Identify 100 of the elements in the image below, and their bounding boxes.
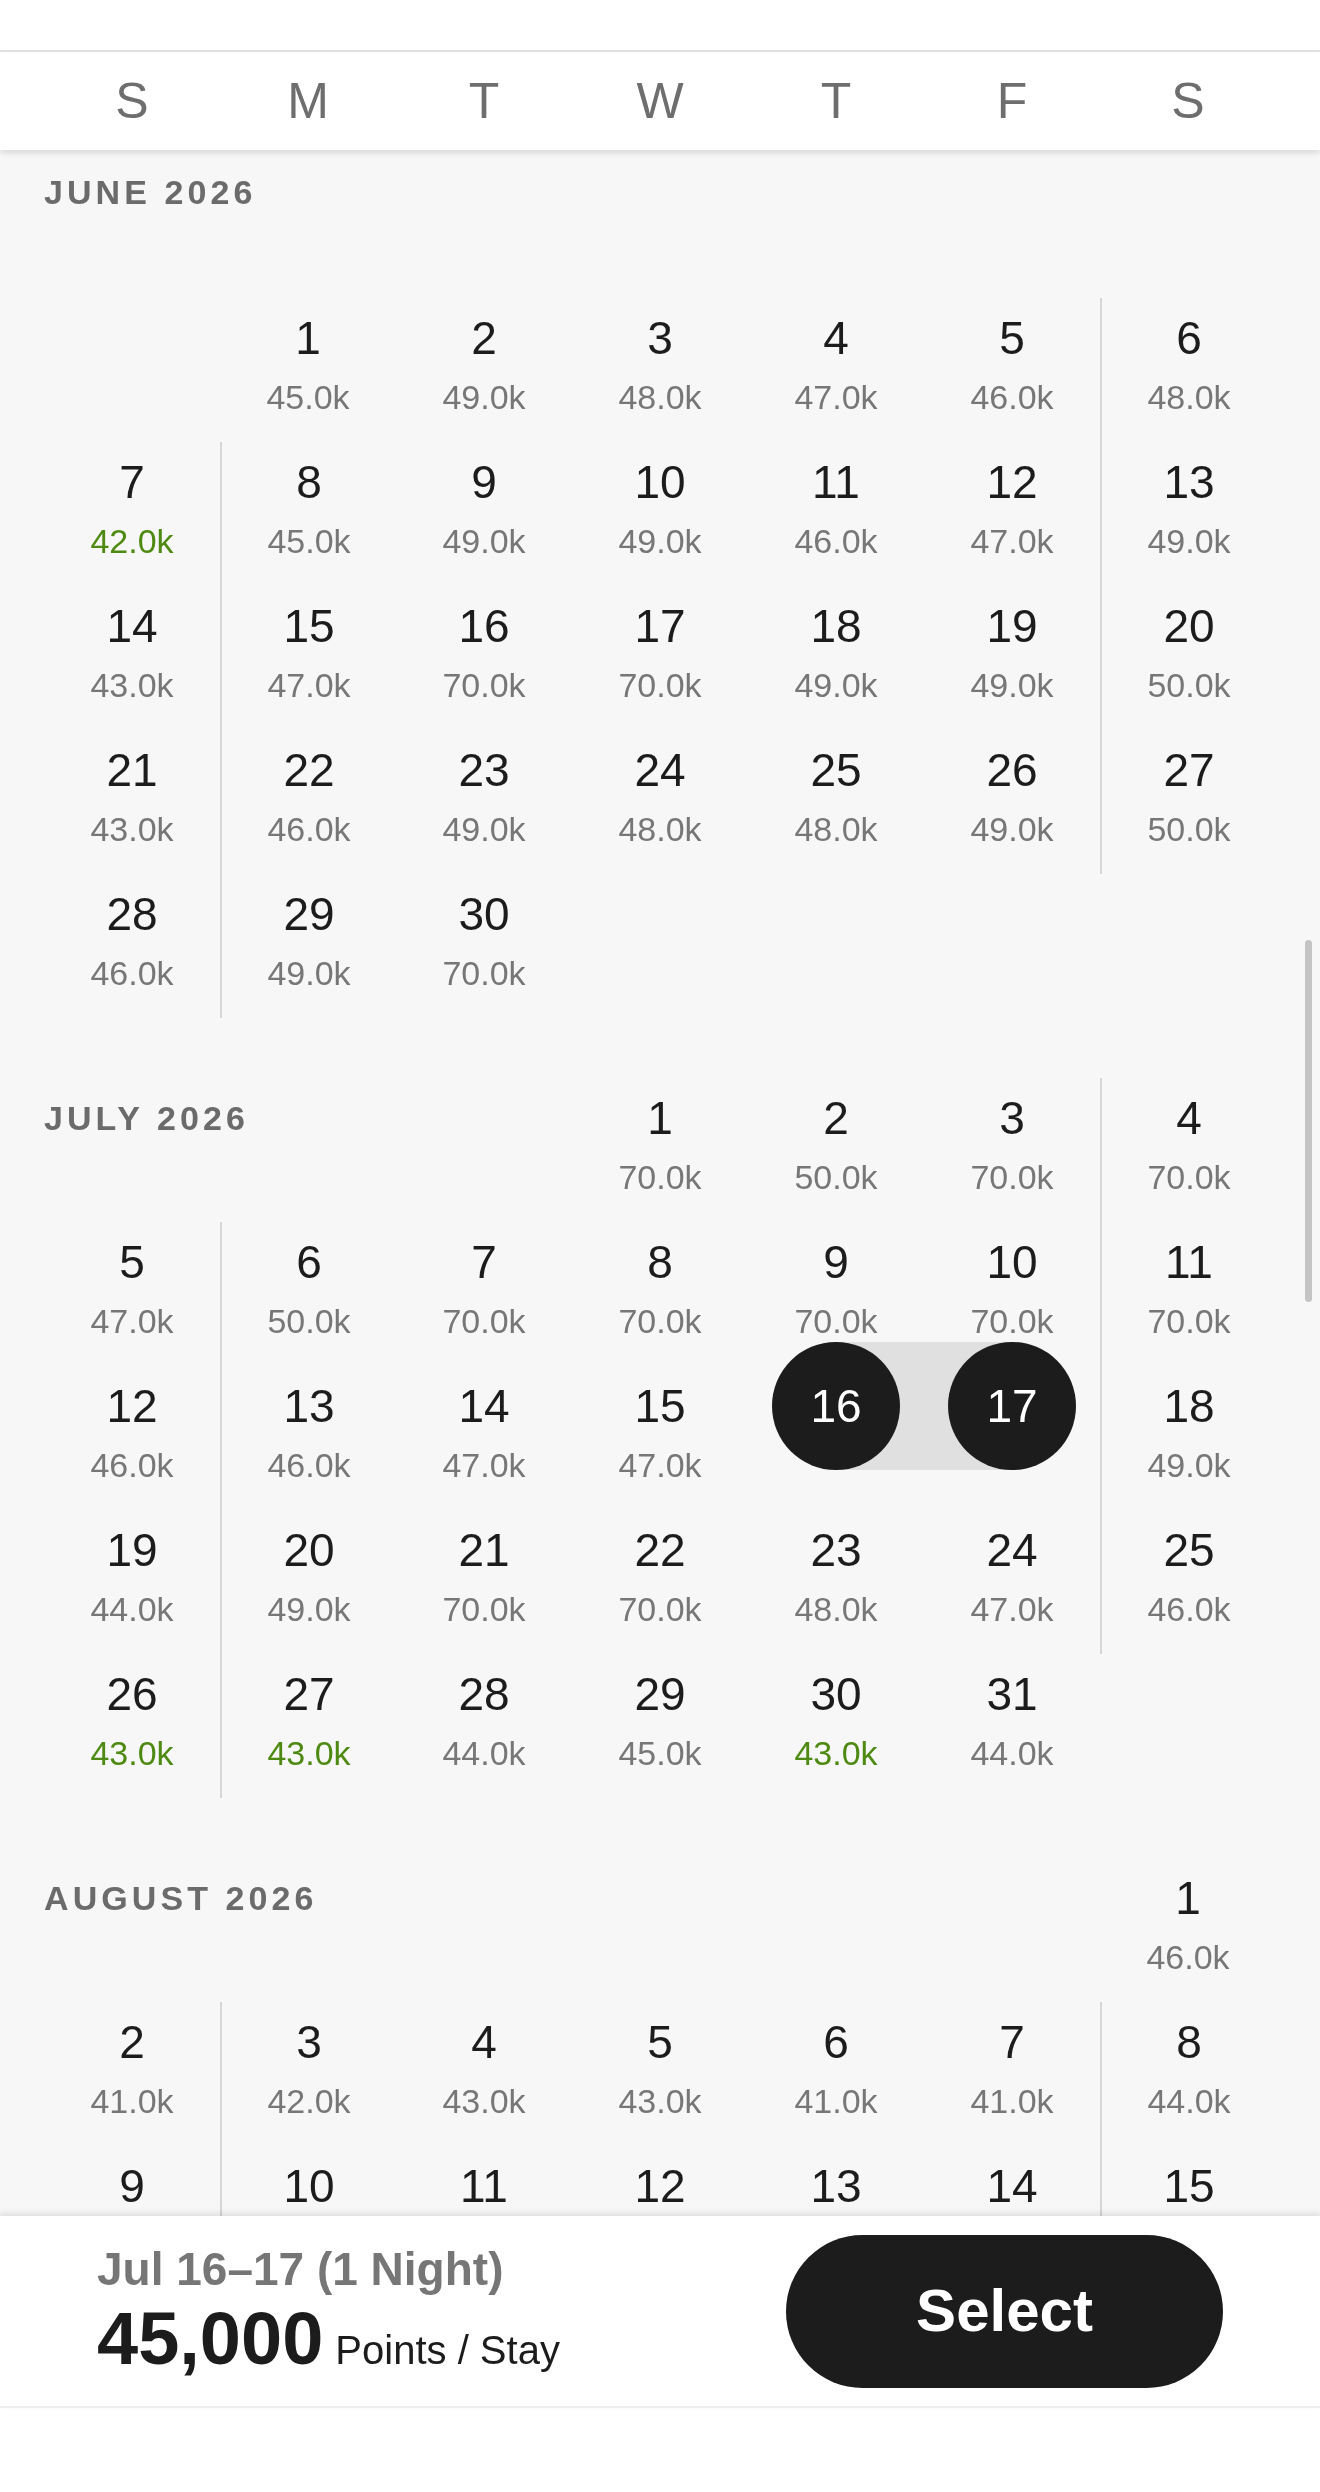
day-number[interactable]: 29: [283, 888, 335, 940]
weekday-label: F: [996, 71, 1028, 131]
day-number[interactable]: 6: [296, 1236, 322, 1288]
day-number[interactable]: 14: [458, 1380, 510, 1432]
price-label: 42.0k: [267, 2081, 351, 2121]
weekday-label: W: [636, 71, 684, 131]
day-number[interactable]: 4: [1176, 1092, 1202, 1144]
day-number[interactable]: 25: [810, 744, 862, 796]
day-number[interactable]: 20: [283, 1524, 335, 1576]
day-number[interactable]: 12: [986, 456, 1038, 508]
day-number[interactable]: 7: [119, 456, 145, 508]
price-label: 41.0k: [794, 2081, 878, 2121]
day-number[interactable]: 11: [460, 2160, 508, 2212]
day-number[interactable]: 8: [296, 456, 322, 508]
day-number[interactable]: 23: [810, 1524, 862, 1576]
day-number[interactable]: 1: [647, 1092, 673, 1144]
day-number[interactable]: 3: [999, 1092, 1025, 1144]
day-number[interactable]: 2: [119, 2016, 145, 2068]
day-number[interactable]: 27: [283, 1668, 335, 1720]
day-number[interactable]: 5: [999, 312, 1025, 364]
price-label: 50.0k: [267, 1301, 351, 1341]
day-number[interactable]: 4: [823, 312, 849, 364]
price-label: 48.0k: [794, 809, 878, 849]
day-number[interactable]: 11: [1165, 1236, 1213, 1288]
day-number[interactable]: 13: [810, 2160, 862, 2212]
day-number[interactable]: 11: [812, 456, 860, 508]
day-number[interactable]: 19: [106, 1524, 158, 1576]
price-label: 41.0k: [90, 2081, 174, 2121]
day-number[interactable]: 25: [1163, 1524, 1215, 1576]
day-number[interactable]: 26: [106, 1668, 158, 1720]
day-number[interactable]: 30: [810, 1668, 862, 1720]
day-number[interactable]: 5: [119, 1236, 145, 1288]
day-number[interactable]: 24: [634, 744, 686, 796]
day-number[interactable]: 23: [458, 744, 510, 796]
day-number[interactable]: 15: [634, 1380, 686, 1432]
scrollbar[interactable]: [1305, 940, 1312, 1302]
day-number[interactable]: 2: [823, 1092, 849, 1144]
day-number[interactable]: 28: [458, 1668, 510, 1720]
day-number[interactable]: 6: [1176, 312, 1202, 364]
day-number[interactable]: 29: [634, 1668, 686, 1720]
day-number[interactable]: 22: [283, 744, 335, 796]
day-number[interactable]: 1: [1175, 1872, 1201, 1924]
day-number[interactable]: 19: [986, 600, 1038, 652]
price-label: 70.0k: [442, 1301, 526, 1341]
day-number[interactable]: 21: [458, 1524, 510, 1576]
price-label: 70.0k: [618, 1157, 702, 1197]
day-number[interactable]: 4: [471, 2016, 497, 2068]
day-number[interactable]: 30: [458, 888, 510, 940]
day-number[interactable]: 28: [106, 888, 158, 940]
day-number[interactable]: 18: [810, 600, 862, 652]
day-number[interactable]: 5: [647, 2016, 673, 2068]
day-number[interactable]: 10: [634, 456, 686, 508]
day-number[interactable]: 3: [296, 2016, 322, 2068]
day-number[interactable]: 21: [106, 744, 158, 796]
day-number[interactable]: 31: [986, 1668, 1038, 1720]
price-label: 48.0k: [1147, 377, 1231, 417]
day-number[interactable]: 10: [986, 1236, 1038, 1288]
day-number[interactable]: 2: [471, 312, 497, 364]
day-number[interactable]: 17: [634, 600, 686, 652]
selected-date[interactable]: 17: [948, 1342, 1076, 1470]
price-label: 47.0k: [970, 1589, 1054, 1629]
day-number[interactable]: 15: [1163, 2160, 1215, 2212]
day-number[interactable]: 7: [999, 2016, 1025, 2068]
price-label: 47.0k: [794, 377, 878, 417]
price-label: 46.0k: [267, 809, 351, 849]
day-number[interactable]: 24: [986, 1524, 1038, 1576]
price-label: 43.0k: [90, 809, 174, 849]
day-number[interactable]: 12: [634, 2160, 686, 2212]
day-number[interactable]: 14: [986, 2160, 1038, 2212]
selected-date[interactable]: 16: [772, 1342, 900, 1470]
day-number[interactable]: 15: [283, 600, 335, 652]
price-label: 46.0k: [267, 1445, 351, 1485]
select-button[interactable]: Select: [786, 2234, 1223, 2388]
price-label: 46.0k: [1146, 1937, 1230, 1977]
day-number[interactable]: 1: [295, 312, 321, 364]
day-number[interactable]: 14: [106, 600, 158, 652]
day-number[interactable]: 9: [119, 2160, 145, 2212]
day-number[interactable]: 12: [106, 1380, 158, 1432]
day-number[interactable]: 13: [283, 1380, 335, 1432]
day-number[interactable]: 3: [647, 312, 673, 364]
day-number[interactable]: 22: [634, 1524, 686, 1576]
day-number[interactable]: 7: [471, 1236, 497, 1288]
day-number[interactable]: 6: [823, 2016, 849, 2068]
price-label: 49.0k: [970, 809, 1054, 849]
day-number[interactable]: 9: [823, 1236, 849, 1288]
day-number[interactable]: 9: [471, 456, 497, 508]
weekday-label: M: [287, 71, 329, 131]
day-number[interactable]: 27: [1163, 744, 1215, 796]
day-number[interactable]: 16: [458, 600, 510, 652]
price-label: 50.0k: [1147, 665, 1231, 705]
day-number[interactable]: 8: [1176, 2016, 1202, 2068]
day-number[interactable]: 8: [647, 1236, 673, 1288]
day-number[interactable]: 18: [1163, 1380, 1215, 1432]
points-total: 45,000: [97, 2297, 324, 2381]
price-label: 47.0k: [970, 521, 1054, 561]
day-number[interactable]: 13: [1163, 456, 1215, 508]
day-number[interactable]: 20: [1163, 600, 1215, 652]
day-number[interactable]: 10: [283, 2160, 335, 2212]
stay-dates: Jul 16–17 (1 Night): [97, 2242, 505, 2297]
day-number[interactable]: 26: [986, 744, 1038, 796]
